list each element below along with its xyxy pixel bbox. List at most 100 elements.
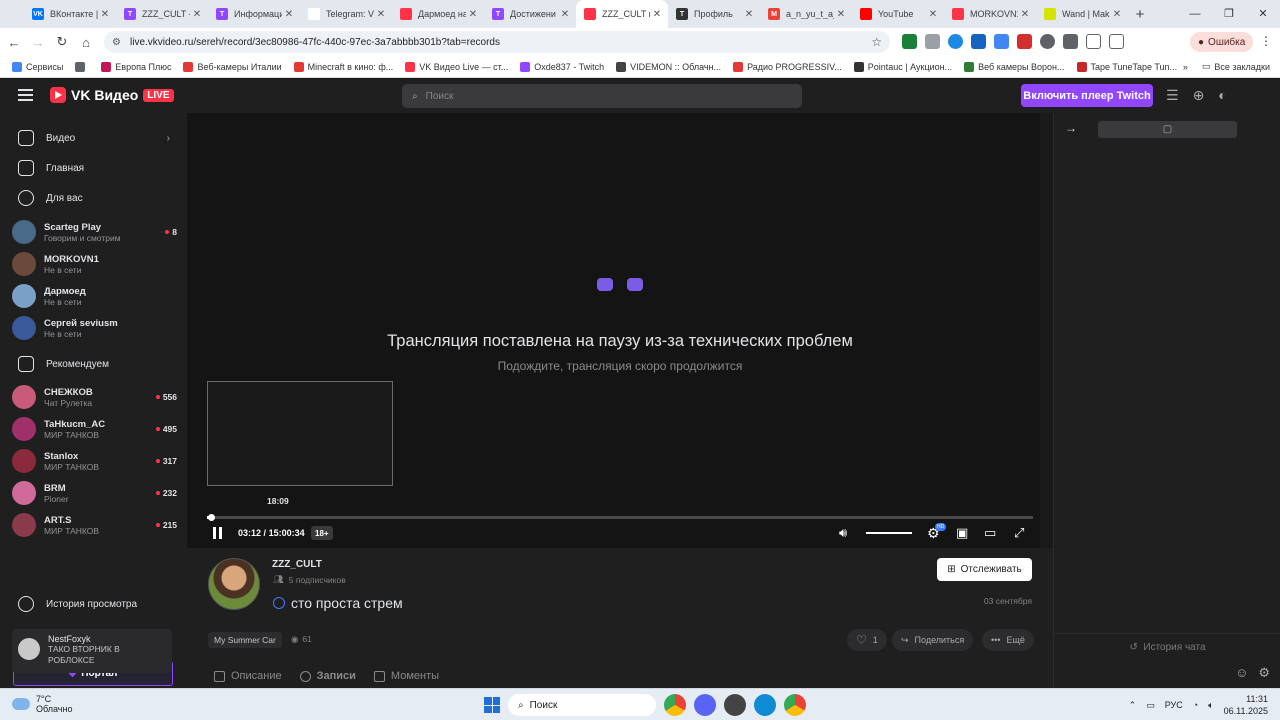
browser-tab[interactable]: Telegram: Vi ✕ <box>300 0 392 28</box>
display-icon[interactable]: ▭ <box>1146 700 1155 711</box>
theater-mode-icon[interactable]: ▭ <box>984 524 996 542</box>
search-input[interactable]: ⌕ Поиск <box>402 84 802 108</box>
game-chip[interactable]: My Summer Car <box>208 632 282 648</box>
tab-description[interactable]: Описание <box>214 670 282 682</box>
profile-error-button[interactable]: ● Ошибка <box>1190 32 1254 52</box>
clock[interactable]: 11:31 06.11.2025 <box>1224 693 1268 717</box>
bookmark-item[interactable]: Oxde837 - Twitch <box>520 61 604 72</box>
url-field[interactable]: ⚙ live.vkvideo.ru/sereh/record/3ec80986-… <box>104 31 890 53</box>
bookmark-item[interactable]: Minecraft в кино: ф... <box>293 61 393 72</box>
browser-tab[interactable]: Ma_n_yu_t_a_ ✕ <box>760 0 852 28</box>
close-tab-icon[interactable]: ✕ <box>466 9 480 20</box>
channel-item[interactable]: СНЕЖКОВ Чат Рулетка 556 <box>12 383 177 411</box>
pdf-icon[interactable] <box>1017 34 1032 49</box>
wifi-icon[interactable]: ◔ <box>1193 700 1198 710</box>
collapse-chat-icon[interactable]: → <box>1065 121 1077 135</box>
fullscreen-icon[interactable]: ⤢ <box>1014 524 1024 542</box>
channel-item[interactable]: Stanlox МИР ТАНКОВ 317 <box>12 447 177 475</box>
progress-bar[interactable] <box>207 514 1033 521</box>
browser-tab[interactable]: ZZZ_CULT на✕ <box>576 0 668 28</box>
browser-tab[interactable]: Дармоед на ✕ <box>392 0 484 28</box>
close-tab-icon[interactable]: ✕ <box>282 9 296 20</box>
add-icon[interactable]: ⊕ <box>1193 87 1205 104</box>
site-info-icon[interactable]: ⚙ <box>112 37 124 48</box>
sidebar-item-history[interactable]: История просмотра <box>18 596 137 612</box>
new-tab-button[interactable]: + <box>1128 6 1152 23</box>
video-player[interactable]: Трансляция поставлена на паузу из-за тех… <box>187 113 1040 548</box>
follow-button[interactable]: ⊞ Отслеживать <box>937 558 1032 581</box>
browser-tab[interactable]: T Информаци ✕ <box>208 0 300 28</box>
close-tab-icon[interactable]: ✕ <box>190 9 204 20</box>
settings-gear-icon[interactable]: ⚙ <box>1258 665 1270 681</box>
close-tab-icon[interactable]: ✕ <box>558 9 572 20</box>
more-button[interactable]: ••• Ещё <box>982 629 1034 651</box>
weather-widget[interactable]: 7°C Облачно <box>12 694 72 714</box>
share-button[interactable]: ↪ Поделиться <box>892 629 974 651</box>
channel-avatar[interactable] <box>208 558 260 610</box>
bookmark-item[interactable]: Веб камеры Ворон... <box>964 61 1065 72</box>
browser-tab[interactable]: VK ВКонтакте | ✕ <box>24 0 116 28</box>
bookmark-item[interactable]: Европа Плюс <box>101 61 171 72</box>
extension-icon[interactable] <box>902 34 917 49</box>
speaker-icon[interactable]: 🔈︎ <box>1208 700 1213 711</box>
volume-slider[interactable] <box>866 532 912 534</box>
bookmark-item[interactable] <box>75 61 89 72</box>
all-bookmarks[interactable]: » ▭ Все закладки <box>1183 61 1270 72</box>
reading-list-icon[interactable] <box>1109 34 1124 49</box>
like-button[interactable]: ♡ 1 <box>847 629 887 651</box>
bookmark-item[interactable]: VK Видео Live — ст... <box>405 61 508 72</box>
channel-item[interactable]: Сергей sevi​usm Не в сети <box>12 314 177 342</box>
close-tab-icon[interactable]: ✕ <box>650 9 664 20</box>
language-indicator[interactable]: РУС <box>1165 700 1183 710</box>
tab-moments[interactable]: Моменты <box>373 670 439 682</box>
bookmark-item[interactable]: Pointauc | Аукцион... <box>853 61 952 72</box>
chrome-icon[interactable] <box>784 694 806 716</box>
browser-tab[interactable]: MORKOVN1 ✕ <box>944 0 1036 28</box>
progress-handle[interactable] <box>208 514 216 521</box>
sidebar-item-recommended[interactable]: Рекомендуем <box>18 354 178 374</box>
chevron-up-icon[interactable]: ⌃ <box>1129 700 1137 711</box>
minimize-icon[interactable]: — <box>1178 0 1212 28</box>
bookmark-item[interactable]: Tape TuneTape Tun... <box>1076 61 1177 72</box>
emoji-icon[interactable]: ☺ <box>1235 665 1248 681</box>
close-tab-icon[interactable]: ✕ <box>1018 9 1032 20</box>
browser-tab[interactable]: T ZZZ_CULT - ✕ <box>116 0 208 28</box>
bookmark-item[interactable]: Веб-камеры Италии <box>183 61 282 72</box>
close-tab-icon[interactable]: ✕ <box>926 9 940 20</box>
bookmark-item[interactable]: Сервисы <box>12 61 63 72</box>
enable-twitch-player-button[interactable]: Включить плеер Twitch <box>1021 84 1153 107</box>
clip-icon[interactable]: ▣ <box>956 524 968 542</box>
home-icon[interactable]: ⌂ <box>74 35 98 50</box>
chat-history-button[interactable]: ↺ История чата <box>1054 633 1280 653</box>
logo[interactable]: VK Видео LIVE <box>50 87 174 103</box>
browser-tab[interactable]: T Профиль ✕ <box>668 0 760 28</box>
back-icon[interactable]: ← <box>2 35 26 50</box>
edge-icon[interactable] <box>754 694 776 716</box>
browser-menu-icon[interactable]: ⋮ <box>1260 34 1272 48</box>
avatar[interactable]: ◐ <box>1218 87 1226 104</box>
channel-item[interactable]: ART.S МИР ТАНКОВ 215 <box>12 511 177 539</box>
menu-icon[interactable] <box>18 89 33 101</box>
subscriptions-icon[interactable]: ☰ <box>1166 87 1179 104</box>
extension-icon[interactable] <box>1040 34 1055 49</box>
discord-icon[interactable] <box>694 694 716 716</box>
sidebar-item-home[interactable]: Главная <box>18 158 178 178</box>
promo-card[interactable]: NestFoxyk ТАКО ВТОРНИК В РОБЛОКСЕ <box>12 629 172 673</box>
bookmark-item[interactable]: Радио PROGRESSIV... <box>733 61 842 72</box>
tab-records[interactable]: Записи <box>299 670 356 682</box>
channel-item[interactable]: MORKOVN1 Не в сети <box>12 250 177 278</box>
extension-icon[interactable] <box>925 34 940 49</box>
close-tab-icon[interactable]: ✕ <box>374 9 388 20</box>
channel-item[interactable]: Дармоед Не в сети <box>12 282 177 310</box>
sidebar-item-video[interactable]: Видео › <box>18 128 178 148</box>
browser-tab[interactable]: YouTube ✕ <box>852 0 944 28</box>
close-tab-icon[interactable]: ✕ <box>834 9 848 20</box>
browser-tab[interactable]: Wand | Mak ✕ <box>1036 0 1128 28</box>
browser-tab[interactable]: T Достижени ✕ <box>484 0 576 28</box>
channel-item[interactable]: Scarteg Play Говорим и смотрим 8 <box>12 218 177 246</box>
app-icon[interactable] <box>724 694 746 716</box>
bookmark-item[interactable]: VIDEMON :: Облачн... <box>616 61 721 72</box>
puzzle-icon[interactable] <box>1063 34 1078 49</box>
pause-button[interactable] <box>213 524 222 542</box>
windows-start-icon[interactable] <box>484 697 500 713</box>
